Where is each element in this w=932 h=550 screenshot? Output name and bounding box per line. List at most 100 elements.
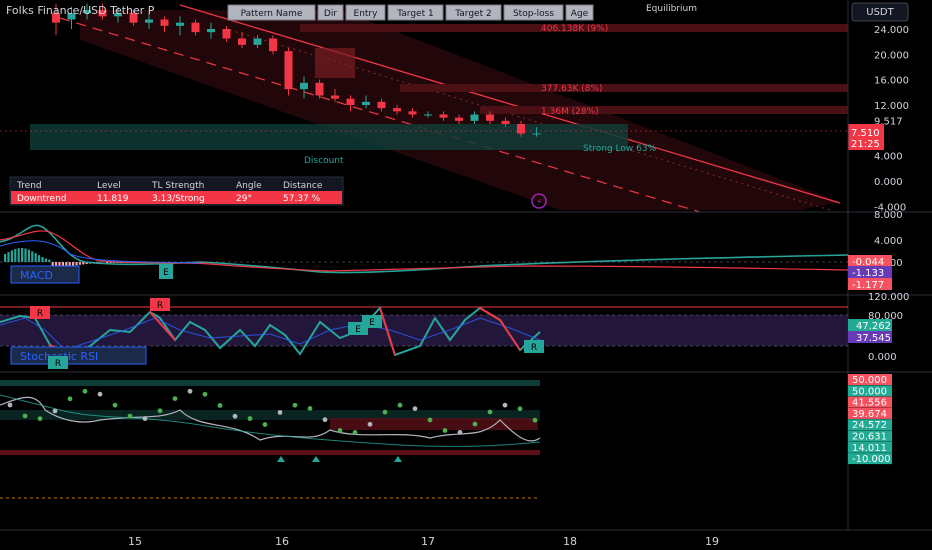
stoch-marker-text: R [37, 309, 43, 319]
trend-table-header: Distance [283, 181, 323, 191]
osc-value-text: 20.631 [852, 432, 887, 443]
osc-dot [52, 408, 58, 414]
price-badge-value: 7.510 [851, 128, 880, 139]
price-badge-countdown: 21:25 [851, 139, 880, 150]
macd-hist-bar [78, 262, 81, 265]
macd-hist-bar [7, 252, 10, 262]
candle-body [501, 120, 510, 124]
stoch-marker-text: R [531, 343, 537, 353]
macd-tick-label: 8.000 [874, 210, 903, 221]
candle-body [455, 117, 463, 121]
macd-hist-bar [14, 248, 17, 262]
stoch-value-text: 47.262 [856, 321, 891, 332]
osc-dot [502, 402, 508, 408]
osc-dot [112, 402, 118, 408]
macd-hist-bar [75, 262, 78, 266]
osc-dot [217, 403, 223, 408]
macd-value-text: -1.177 [852, 280, 884, 291]
macd-tick-label: 4.000 [874, 236, 903, 247]
osc-dot [22, 413, 28, 419]
osc-value-text: 41.556 [852, 398, 887, 409]
svg-text:⚡: ⚡ [536, 198, 542, 208]
macd-hist-bar [24, 248, 27, 262]
macd-hist-bar [44, 258, 47, 262]
osc-dot [127, 413, 133, 419]
osc-dot [307, 406, 313, 411]
pattern-header-text: Target 1 [396, 9, 433, 19]
osc-dot [232, 413, 238, 419]
osc-dot [67, 396, 73, 402]
candle-body [315, 82, 324, 96]
trend-table: Trend Level TL Strength Angle Distance Downtr… [9, 176, 344, 206]
candle-body [253, 38, 262, 45]
candle-body [408, 111, 417, 115]
candle-body [377, 101, 386, 109]
trend-table-cell: Downtrend [17, 194, 67, 204]
osc-dot [487, 409, 493, 415]
osc-value-text: 14.011 [852, 443, 887, 454]
macd-hist-bar [10, 250, 13, 262]
price-tick-label: 4.000 [874, 152, 903, 163]
strong-low-label: Strong Low 63% [583, 144, 657, 154]
candle-body [160, 19, 169, 26]
price-tick-label: 12.000 [874, 101, 909, 112]
stoch-marker-text: R [157, 301, 163, 311]
osc-value-text: 50.000 [852, 386, 887, 397]
time-tick-label: 15 [128, 535, 142, 548]
trend-table-header: Level [97, 181, 121, 191]
discount-label: Discount [304, 156, 344, 166]
symbol-title[interactable]: Folks Finance/USD Tether P [6, 4, 155, 17]
level-label-1: 406.138K (9%) [541, 24, 608, 34]
equilibrium-label: Equilibrium [646, 4, 697, 14]
pattern-header-text: Age [571, 9, 589, 19]
chart-stage: Discount Strong Low 63% 406.138K (9%) 37… [0, 0, 932, 550]
candle-body [300, 82, 308, 90]
osc-dot [277, 409, 283, 415]
stoch-tick-label: 120.000 [868, 292, 909, 303]
candle-body [424, 114, 432, 116]
osc-value-text: 50.000 [852, 375, 887, 386]
pattern-header-text: Stop-loss [513, 9, 554, 19]
trend-table-header: TL Strength [151, 181, 204, 191]
price-tick-label: 20.000 [874, 50, 909, 61]
osc-dot [337, 427, 343, 433]
osc-dot [352, 430, 358, 435]
macd-hist-bar [27, 249, 30, 262]
osc-value-text: -10.000 [852, 454, 891, 465]
candle-body [362, 101, 370, 105]
osc-dot [202, 391, 208, 397]
osc-dot [397, 402, 403, 408]
trend-table-cell: 57.37 % [283, 194, 321, 204]
macd-hist-bar [34, 253, 37, 262]
osc-dot [262, 422, 268, 427]
candle-body [486, 114, 494, 121]
stoch-band [0, 315, 848, 346]
osc-value-text: 39.674 [852, 409, 887, 420]
candle-body [439, 114, 448, 118]
pattern-header-text: Target 2 [454, 9, 491, 19]
level-label-2: 377.63K (8%) [541, 84, 603, 94]
osc-dot [367, 421, 373, 427]
macd-marker-text: E [163, 268, 169, 278]
osc-dot [427, 417, 433, 423]
osc-dot [82, 388, 88, 394]
osc-dot [247, 416, 253, 421]
stoch-marker-text: R [55, 359, 61, 369]
macd-hist-bar [17, 248, 20, 262]
discount-zone [30, 124, 628, 150]
osc-dot [142, 416, 148, 421]
osc-dot [442, 428, 448, 433]
osc-dot [187, 388, 193, 394]
time-tick-label: 18 [563, 535, 577, 548]
order-block [315, 48, 355, 78]
time-tick-label: 16 [275, 535, 289, 548]
time-tick-label: 19 [705, 535, 719, 548]
stoch-value-text: 37.545 [856, 333, 891, 344]
osc-dot [322, 417, 328, 423]
trend-table-header: Angle [236, 181, 262, 191]
stoch-marker-text: E [369, 318, 375, 328]
price-tick-label: 16.000 [874, 76, 909, 87]
trend-table-header: Trend [16, 181, 42, 191]
candle-body [284, 51, 293, 90]
osc-dot [457, 429, 463, 435]
